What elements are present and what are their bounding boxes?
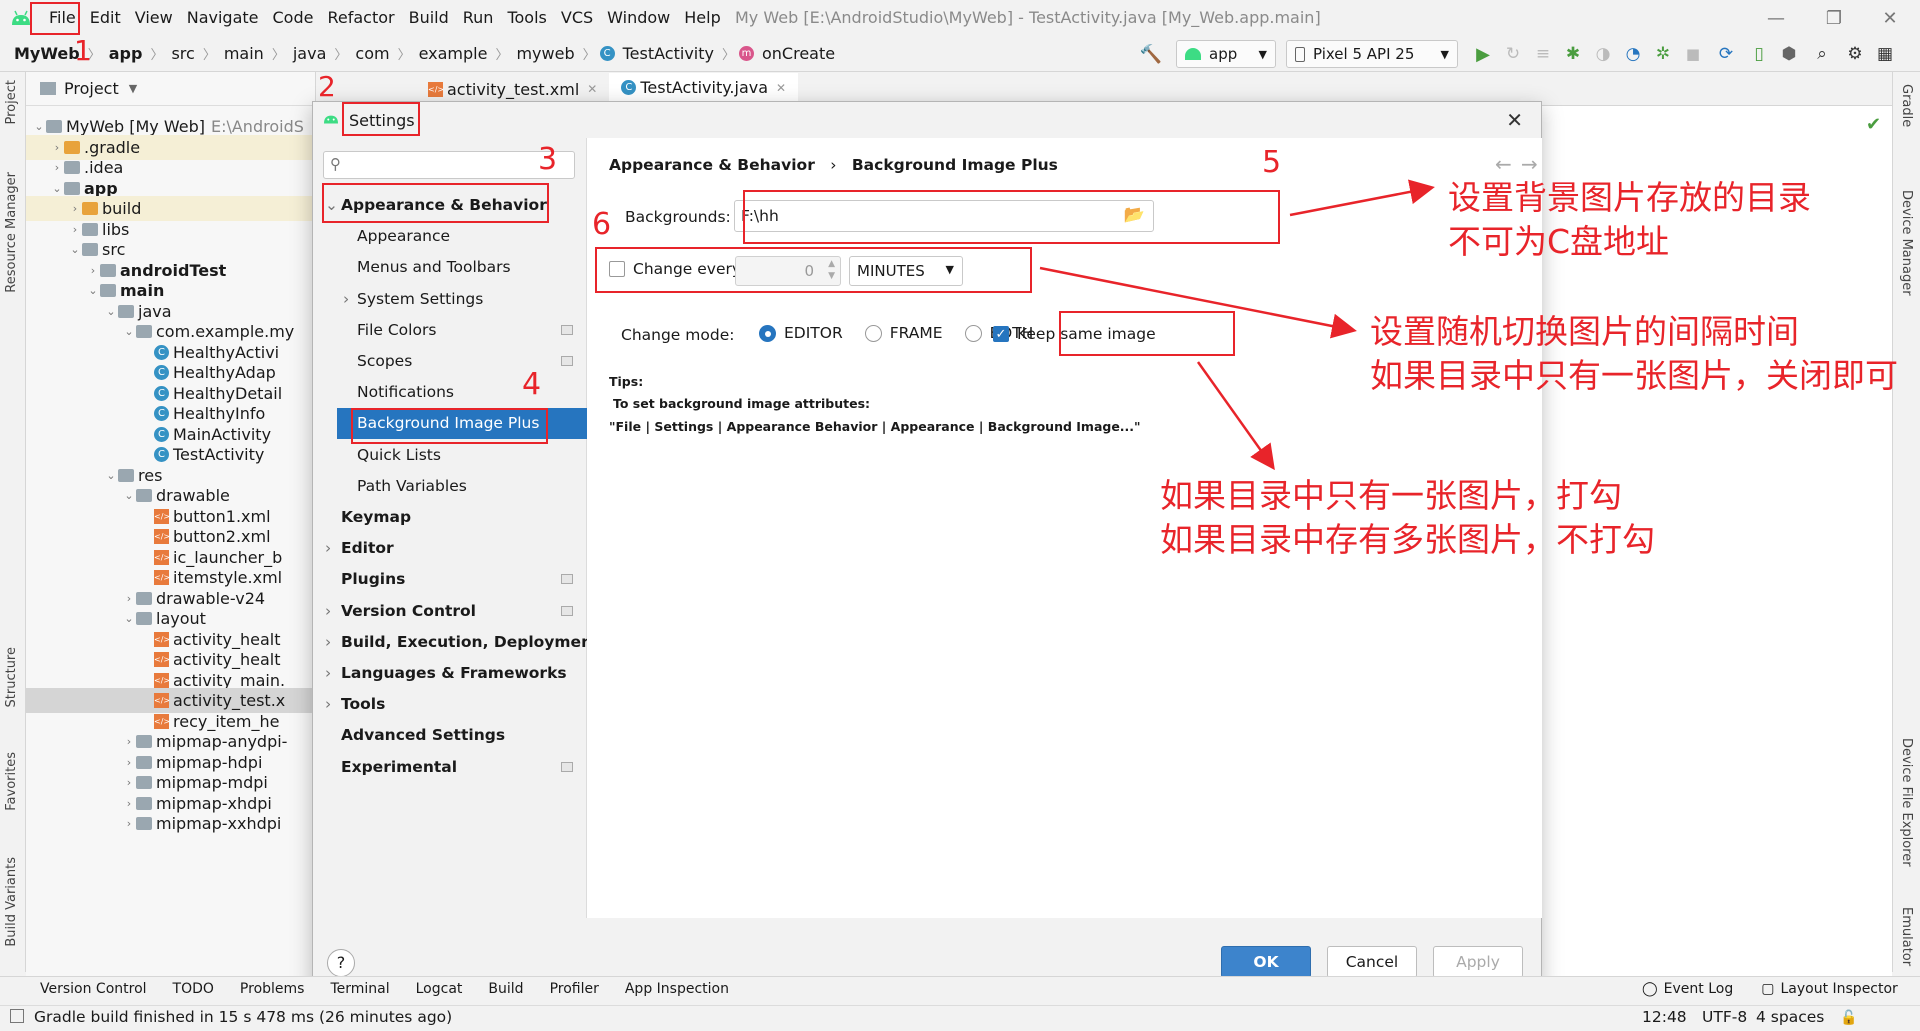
note-keep-line2: 如果目录中存有多张图片，不打勾 <box>1160 520 1655 559</box>
note-5-line2: 不可为C盘地址 <box>1448 222 1670 261</box>
arrow-to-note-6 <box>1039 266 1357 339</box>
arrow-to-note-keep <box>1196 361 1275 471</box>
note-6-line2: 如果目录中只有一张图片，关闭即可 <box>1370 356 1898 395</box>
arrow-to-note-5 <box>1289 179 1435 217</box>
note-5-line1: 设置背景图片存放的目录 <box>1448 178 1811 217</box>
note-keep-line1: 如果目录中只有一张图片，打勾 <box>1160 476 1622 515</box>
note-6-line1: 设置随机切换图片的间隔时间 <box>1370 312 1799 351</box>
annotation-arrows <box>1039 179 1435 471</box>
